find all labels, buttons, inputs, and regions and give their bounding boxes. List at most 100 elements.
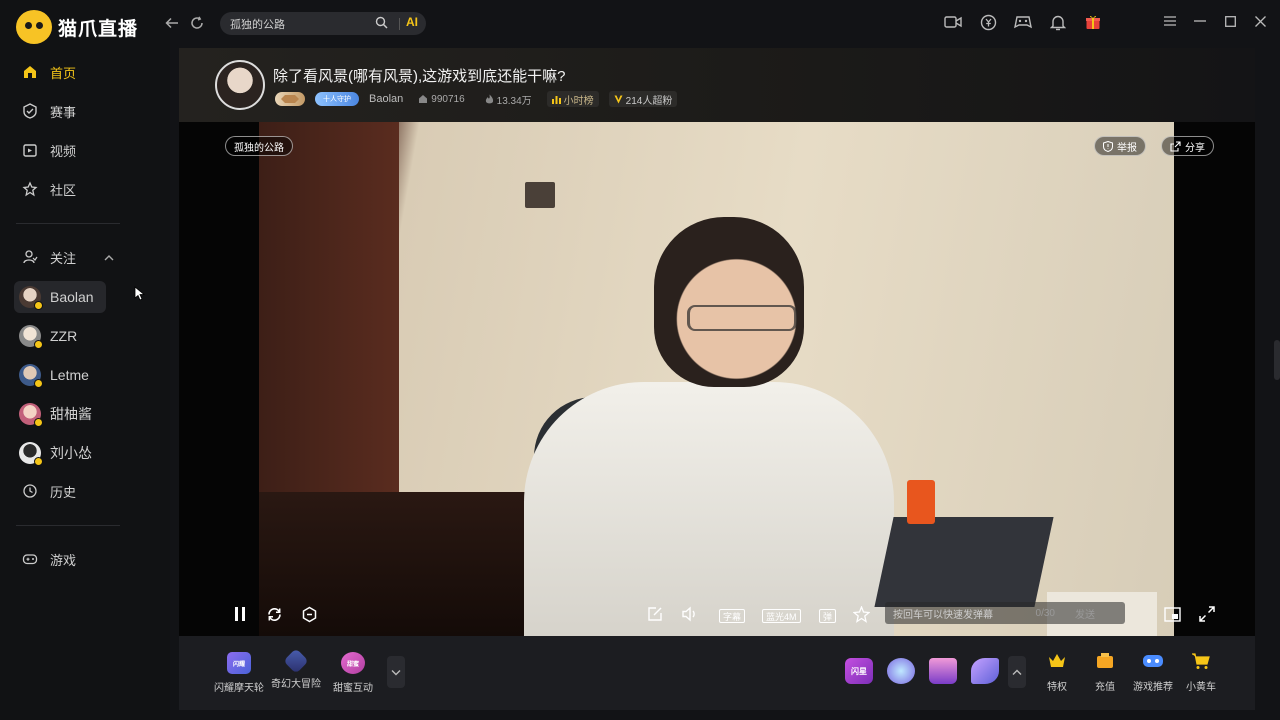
menu-icon[interactable] (1164, 14, 1176, 28)
nav-label-history: 历史 (50, 484, 77, 500)
wallet-icon (1095, 652, 1115, 673)
danmaku-send-button[interactable]: 发送 (1075, 606, 1095, 621)
adventure-icon (283, 648, 309, 674)
recharge-label: 充值 (1095, 682, 1115, 693)
ferris-wheel-icon: 闪耀 (227, 652, 251, 674)
follow-item-name: 刘小怂 (50, 445, 92, 461)
follow-item-letme[interactable]: Letme (14, 359, 106, 391)
gift-crystal[interactable] (887, 658, 915, 684)
mouse-cursor-icon (134, 286, 146, 306)
level-badge (275, 92, 305, 106)
video-scene-head (654, 217, 804, 387)
nav-item-games[interactable]: 游戏 (14, 543, 158, 575)
v-badge-icon (614, 95, 623, 103)
gift-sparkle-star[interactable]: 闪星 (845, 658, 873, 684)
top-bar: AI (160, 0, 1280, 46)
game-controller-icon[interactable] (1014, 13, 1032, 31)
streamer-avatar[interactable] (215, 60, 265, 110)
gift-rocket[interactable] (971, 658, 999, 684)
avatar (19, 325, 43, 349)
follow-item-name: ZZR (50, 328, 78, 344)
shopping-cart-button[interactable]: 小黄车 (1166, 652, 1236, 693)
heat-count: 13.34万 (480, 91, 537, 107)
guard-badge[interactable]: 十人守护 (315, 92, 359, 106)
hourly-rank-tag[interactable]: 小时榜 (546, 91, 599, 107)
edit-icon[interactable] (647, 605, 663, 623)
follow-item-name: Baolan (50, 289, 94, 305)
report-button[interactable]: 举报 (1094, 136, 1146, 156)
game-category-chip[interactable]: 孤独的公路 (225, 136, 293, 156)
follow-item-tianyoujiang[interactable]: 甜柚酱 (14, 398, 106, 430)
avatar (19, 442, 43, 466)
ai-search-button[interactable]: AI (406, 15, 418, 29)
nav-item-history[interactable]: 历史 (14, 475, 158, 507)
room-title: 除了看风景(哪有风景),这游戏到底还能干嘛? (273, 68, 566, 85)
superfans-tag[interactable]: 214人超粉 (608, 91, 678, 107)
minimize-icon[interactable] (1194, 14, 1206, 28)
follow-label: 关注 (50, 250, 77, 266)
expand-activities-button[interactable] (387, 656, 405, 688)
search-input[interactable] (230, 17, 370, 30)
sidebar-divider (16, 223, 120, 224)
subtitle-button[interactable]: 字幕 (719, 609, 746, 623)
share-button[interactable]: 分享 (1161, 136, 1214, 156)
history-nav: 历史 (14, 475, 158, 507)
back-arrow-icon[interactable] (163, 14, 181, 32)
refresh-stream-icon[interactable] (266, 605, 283, 623)
nav-item-community[interactable]: 社区 (14, 173, 158, 205)
room-header: 除了看风景(哪有风景),这游戏到底还能干嘛? 十人守护 Baolan 99071… (179, 48, 1255, 122)
games-nav: 游戏 (14, 543, 158, 575)
danmaku-toggle-button[interactable]: 弹 (819, 609, 837, 623)
danmaku-settings-icon[interactable] (301, 605, 318, 623)
activity-sweet-interact[interactable]: 甜蜜 甜蜜互动 (318, 652, 388, 694)
sidebar: 猫爪直播 首页 赛事 视频 社区 关注 Baolan ZZR Letme 甜柚酱… (0, 0, 170, 720)
close-icon[interactable] (1254, 14, 1266, 28)
crown-icon (1047, 652, 1067, 673)
bell-icon[interactable] (1049, 13, 1067, 31)
danmaku-style-icon[interactable] (853, 605, 870, 623)
follow-header[interactable]: 关注 (14, 241, 158, 273)
nav-item-home[interactable]: 首页 (14, 56, 158, 88)
follow-item-name: 甜柚酱 (50, 406, 92, 422)
video-icon (22, 142, 38, 158)
activity-label: 甜蜜互动 (333, 683, 373, 694)
picture-in-picture-icon[interactable] (1164, 605, 1181, 623)
search-icon[interactable] (375, 16, 388, 32)
volume-icon[interactable] (681, 605, 699, 623)
follow-item-zzr[interactable]: ZZR (14, 320, 106, 352)
avatar (19, 403, 43, 427)
gift-castle[interactable] (929, 658, 957, 684)
sidebar-divider (16, 525, 120, 526)
nav-label-home: 首页 (50, 65, 77, 81)
video-player[interactable]: 孤独的公路 举报 分享 字幕 蓝光4M 弹 按回车可以快速发弹幕 0/30 发送 (179, 122, 1255, 636)
chevron-up-icon (1012, 669, 1022, 675)
chevron-up-icon[interactable] (104, 250, 114, 265)
follow-item-liuxiaosong[interactable]: 刘小怂 (14, 437, 106, 469)
bottom-toolbar: 闪耀 闪耀摩天轮 奇幻大冒险 甜蜜 甜蜜互动 闪星 特权 充值 游戏推荐 小黄车 (179, 636, 1255, 710)
nav-item-esports[interactable]: 赛事 (14, 95, 158, 127)
follow-item-baolan[interactable]: Baolan (14, 281, 106, 313)
streamer-name[interactable]: Baolan (369, 93, 403, 105)
fullscreen-icon[interactable] (1199, 605, 1215, 623)
gamepad-blue-icon (1142, 652, 1164, 673)
coin-icon[interactable] (979, 13, 997, 31)
danmaku-input[interactable]: 按回车可以快速发弹幕 0/30 发送 (885, 602, 1125, 624)
app-logo[interactable]: 猫爪直播 (16, 10, 138, 44)
player-controls: 字幕 蓝光4M 弹 按回车可以快速发弹幕 0/30 发送 (179, 590, 1255, 636)
gamepad-icon (22, 551, 38, 567)
search-divider (399, 18, 400, 30)
search-bar[interactable]: AI (220, 12, 426, 35)
quality-button[interactable]: 蓝光4M (762, 609, 801, 623)
camera-icon[interactable] (944, 13, 962, 31)
follow-item-name: Letme (50, 367, 89, 383)
gift-icon[interactable] (1084, 13, 1102, 31)
room-meta: 十人守护 Baolan 990716 13.34万 小时榜 214人超粉 (275, 91, 678, 107)
maximize-icon[interactable] (1224, 14, 1236, 28)
nav-label-games: 游戏 (50, 552, 77, 568)
refresh-icon[interactable] (188, 14, 206, 32)
danmaku-char-count: 0/30 (1035, 607, 1055, 619)
pause-icon[interactable] (233, 605, 247, 623)
nav-item-video[interactable]: 视频 (14, 134, 158, 166)
community-icon (22, 181, 38, 197)
side-panel-handle[interactable] (1274, 340, 1280, 380)
